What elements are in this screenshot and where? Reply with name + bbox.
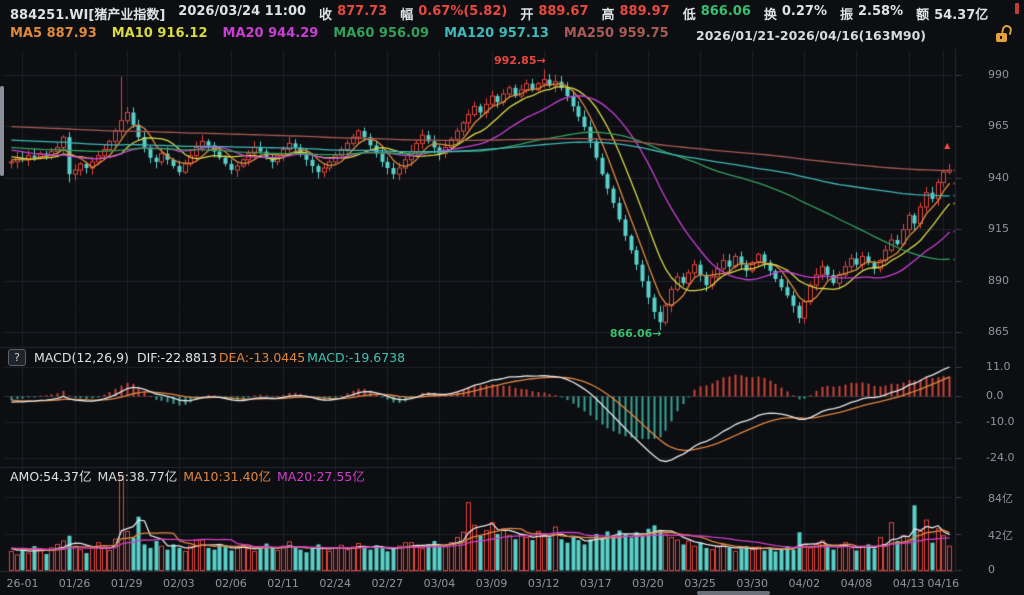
x-axis-label: 03/04 bbox=[415, 577, 463, 590]
date-range-label: 2026/01/21-2026/04/16(163M90) bbox=[696, 28, 926, 43]
ma-legend-item: MA10 916.12 bbox=[112, 26, 208, 41]
x-axis-label: 04/02 bbox=[780, 577, 828, 590]
corner-red-marker bbox=[1015, 3, 1019, 14]
macd-panel-header: ? MACD(12,26,9) DIF:-22.8813 DEA:-13.044… bbox=[8, 349, 405, 366]
volume-ma5-value: MA5:38.77亿 bbox=[97, 466, 177, 485]
help-icon[interactable]: ? bbox=[8, 349, 26, 366]
quote-field: 额 54.37亿 bbox=[916, 4, 988, 23]
quote-field-value: 0.27% bbox=[782, 4, 827, 23]
ma-values-row: MA5 887.93 MA10 916.12 MA20 944.29 MA60 956… bbox=[10, 26, 669, 41]
macd-title: MACD(12,26,9) bbox=[34, 350, 129, 365]
quote-field: 低 866.06 bbox=[683, 4, 751, 23]
quote-datetime: 2026/03/24 11:00 bbox=[178, 4, 306, 23]
macd-dea-value: DEA:-13.0445 bbox=[219, 350, 305, 365]
x-axis-label: 01/29 bbox=[103, 577, 151, 590]
quote-field-value: 0.67%(5.82) bbox=[418, 4, 507, 23]
x-axis-label: 01/26 bbox=[51, 577, 99, 590]
volume-ma20-value: MA20:27.55亿 bbox=[277, 466, 365, 485]
quote-field-value: 889.97 bbox=[620, 4, 670, 23]
quote-fields: 收 877.73 幅 0.67%(5.82) 开 889.67 高 889.97 低 866.06… bbox=[319, 4, 988, 23]
unlock-icon[interactable] bbox=[996, 33, 1007, 42]
quote-field-label: 额 bbox=[916, 4, 929, 23]
ma-legend-item: MA20 944.29 bbox=[223, 26, 319, 41]
x-axis-label: 03/25 bbox=[676, 577, 724, 590]
x-axis-label: 04/16 bbox=[919, 577, 967, 590]
volume-ma10-value: MA10:31.40亿 bbox=[183, 466, 271, 485]
macd-axis-label: 0.0 bbox=[986, 389, 1004, 402]
ma-legend-item: MA5 887.93 bbox=[10, 26, 97, 41]
quote-field: 振 2.58% bbox=[840, 4, 903, 23]
x-axis-label: 03/17 bbox=[572, 577, 620, 590]
chart-annotation: ▲ bbox=[944, 141, 950, 150]
left-scrollbar-thumb[interactable] bbox=[0, 86, 4, 176]
ma-legend-item: MA60 956.09 bbox=[333, 26, 429, 41]
x-axis-label: 02/06 bbox=[207, 577, 255, 590]
price-axis-label: 915 bbox=[988, 222, 1009, 235]
volume-axis-label: 84亿 bbox=[988, 490, 1013, 506]
volume-panel-header: AMO:54.37亿 MA5:38.77亿 MA10:31.40亿 MA20:2… bbox=[10, 466, 365, 485]
price-axis-label: 940 bbox=[988, 171, 1009, 184]
price-axis-label: 865 bbox=[988, 325, 1009, 338]
chart-annotation: 866.06→ bbox=[610, 327, 662, 340]
quote-header: 884251.WI[猪产业指数] 2026/03/24 11:00 收 877.7… bbox=[10, 4, 988, 23]
quote-field-value: 2.58% bbox=[858, 4, 903, 23]
x-axis-label: 04/08 bbox=[832, 577, 880, 590]
x-axis-label: 03/12 bbox=[520, 577, 568, 590]
ma-legend-item: MA250 959.75 bbox=[564, 26, 669, 41]
volume-amo-value: AMO:54.37亿 bbox=[10, 466, 91, 485]
quote-field: 收 877.73 bbox=[319, 4, 387, 23]
quote-field-label: 开 bbox=[520, 4, 533, 23]
quote-field-label: 收 bbox=[319, 4, 332, 23]
bottom-scrollbar-thumb[interactable] bbox=[697, 591, 770, 595]
price-axis-label: 990 bbox=[988, 68, 1009, 81]
volume-axis-label: 0 bbox=[988, 563, 995, 576]
x-axis-label: 02/27 bbox=[363, 577, 411, 590]
x-axis-label: 03/20 bbox=[624, 577, 672, 590]
quote-field-label: 高 bbox=[602, 4, 615, 23]
quote-field-value: 866.06 bbox=[701, 4, 751, 23]
quote-field-value: 877.73 bbox=[337, 4, 387, 23]
x-axis-label: 26-01 bbox=[0, 577, 46, 590]
quote-field-value: 54.37亿 bbox=[934, 4, 988, 23]
ma-legend-item: MA120 957.13 bbox=[444, 26, 549, 41]
x-axis-label: 03/30 bbox=[728, 577, 776, 590]
price-axis-label: 890 bbox=[988, 274, 1009, 287]
quote-field-label: 幅 bbox=[400, 4, 413, 23]
macd-axis-label: 11.0 bbox=[986, 360, 1011, 373]
x-axis-label: 02/03 bbox=[155, 577, 203, 590]
symbol-title: 884251.WI[猪产业指数] bbox=[10, 4, 165, 23]
macd-axis-label: -10.0 bbox=[986, 415, 1014, 428]
quote-field-value: 889.67 bbox=[538, 4, 588, 23]
quote-field: 换 0.27% bbox=[764, 4, 827, 23]
stock-chart-app: 884251.WI[猪产业指数] 2026/03/24 11:00 收 877.7… bbox=[0, 0, 1024, 595]
chart-canvas[interactable] bbox=[0, 0, 1024, 595]
macd-dif-value: DIF:-22.8813 bbox=[137, 350, 217, 365]
quote-field: 高 889.97 bbox=[602, 4, 670, 23]
volume-axis-label: 42亿 bbox=[988, 527, 1013, 543]
macd-axis-label: -24.0 bbox=[986, 451, 1014, 464]
macd-macd-value: MACD:-19.6738 bbox=[307, 350, 405, 365]
x-axis-label: 02/11 bbox=[259, 577, 307, 590]
quote-field-label: 振 bbox=[840, 4, 853, 23]
quote-field-label: 低 bbox=[683, 4, 696, 23]
quote-field: 开 889.67 bbox=[520, 4, 588, 23]
quote-field: 幅 0.67%(5.82) bbox=[400, 4, 507, 23]
price-axis-label: 965 bbox=[988, 119, 1009, 132]
chart-annotation: 992.85→ bbox=[494, 54, 546, 67]
quote-field-label: 换 bbox=[764, 4, 777, 23]
x-axis-label: 03/09 bbox=[468, 577, 516, 590]
x-axis-label: 02/24 bbox=[311, 577, 359, 590]
